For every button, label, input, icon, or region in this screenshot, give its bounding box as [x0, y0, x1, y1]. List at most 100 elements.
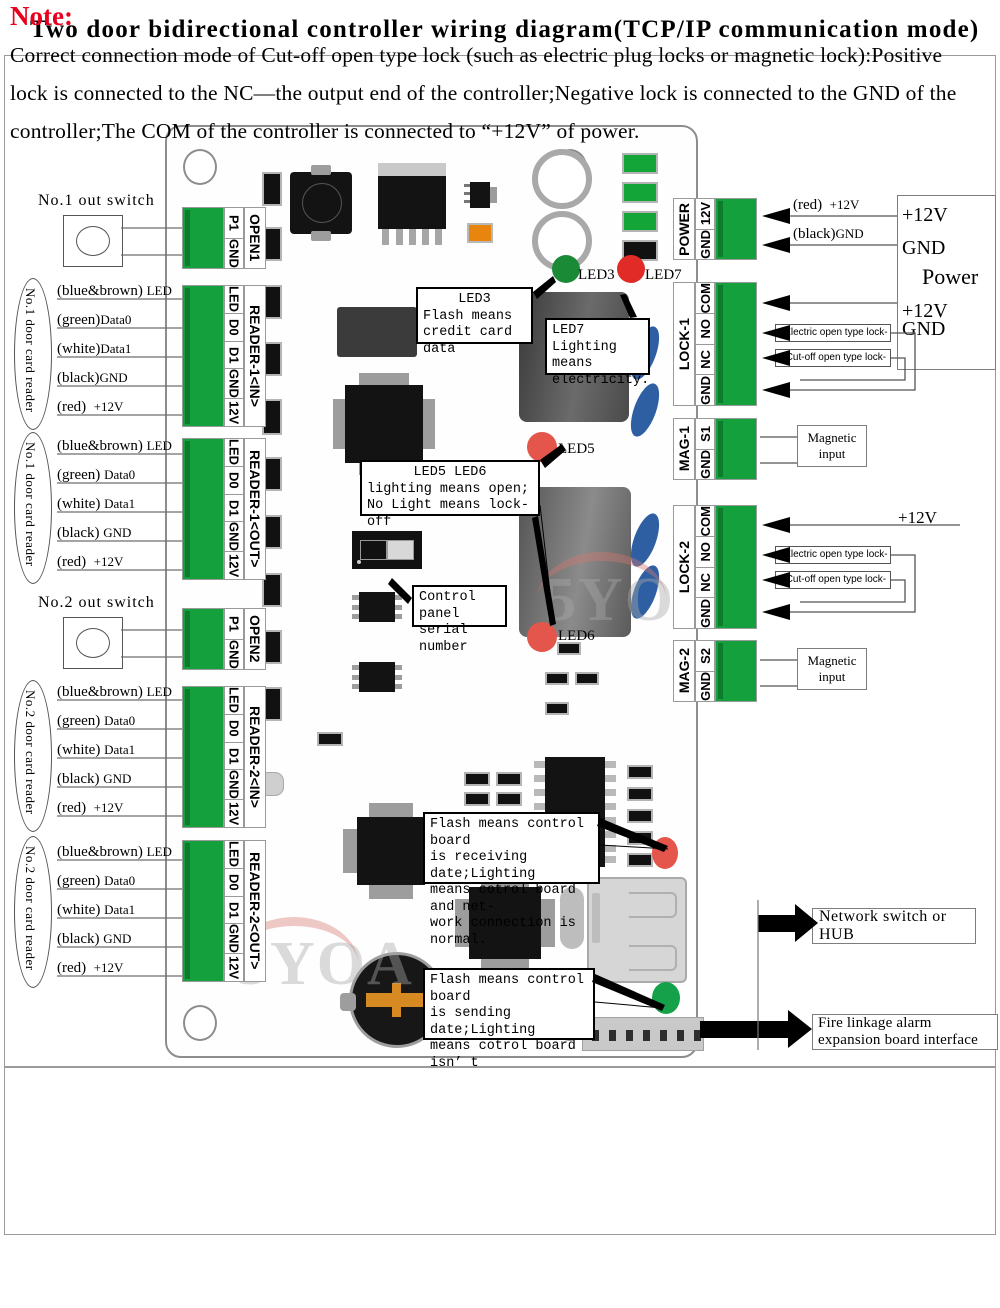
led7-indicator	[617, 255, 645, 283]
pin-label: LED	[225, 687, 243, 715]
terminal-name: READER-1<IN>	[244, 285, 266, 427]
mounting-hole	[183, 149, 217, 185]
terminal-reader2-out[interactable]: LED D0 D1 GND 12V READER-2<OUT>	[182, 840, 266, 982]
power-box-gnd-1: GND	[902, 237, 946, 259]
terminal-open1[interactable]: P1 GND OPEN1	[182, 207, 266, 269]
terminal-lock2[interactable]: LOCK-2 COM NO NC GND	[673, 505, 757, 629]
green-pad	[622, 182, 658, 203]
fire-linkage-box: Fire linkage alarm expansion board inter…	[812, 1014, 998, 1050]
magnetic-input-box-1: Magnetic input	[797, 425, 867, 467]
wire-label: (white) Data1	[57, 742, 136, 758]
pin-label: GND	[697, 449, 713, 479]
callout-serial-text: Control panel serial number	[419, 590, 476, 655]
terminal-reader1-in[interactable]: LED D0 D1 GND 12V READER-1<IN>	[182, 285, 266, 427]
led3-indicator	[552, 255, 580, 283]
terminal-green-block	[715, 505, 757, 629]
terminal-name: READER-2<OUT>	[244, 840, 266, 982]
pin-label: D1	[225, 495, 243, 523]
wire-label: (green) Data0	[57, 873, 136, 889]
terminal-mag2[interactable]: MAG-2 S2 GND	[673, 640, 757, 702]
electrolytic-capacitor	[532, 149, 592, 209]
pin-label: 12V	[696, 199, 714, 230]
terminal-green-block	[182, 608, 224, 670]
terminal-green-block	[182, 840, 224, 982]
terminal-name: MAG-2	[673, 640, 695, 702]
magnetic-input-box-2: Magnetic input	[797, 648, 867, 690]
pin-label: D0	[225, 869, 243, 897]
pin-label: GND	[697, 375, 713, 405]
terminal-pin-labels: LED D0 D1 GND 12V	[224, 686, 244, 828]
pin-label: S1	[696, 419, 714, 450]
pin-label: P1	[225, 208, 243, 239]
callout-network-send: Flash means control board is sending dat…	[423, 968, 595, 1087]
callout-serial: Control panel serial number	[412, 585, 507, 655]
pin-label: 12V	[226, 956, 242, 980]
electric-lock-label-1: + Electric open type lock -	[775, 324, 891, 342]
reader-group-2-out-label: No.2 door card reader	[23, 846, 38, 971]
terminal-reader1-out[interactable]: LED D0 D1 GND 12V READER-1<OUT>	[182, 438, 266, 580]
expansion-header	[582, 1017, 704, 1051]
green-pad	[622, 153, 658, 174]
power-red-wire-label: (red) +12V	[793, 197, 860, 213]
pin-label: COM	[696, 506, 714, 538]
tactile-switch	[290, 165, 352, 241]
terminal-power[interactable]: POWER 12V GND	[673, 198, 757, 260]
pin-label: GND	[697, 598, 713, 628]
cutoff-lock-label-1: + Cut-off open type lock -	[775, 349, 891, 367]
terminal-green-block	[182, 285, 224, 427]
smd-resistor	[262, 172, 282, 206]
pin-label: NC	[696, 568, 714, 599]
callout-led7-text: Lighting means electricity.	[552, 339, 650, 388]
wire-label: (red) +12V	[57, 800, 124, 816]
smd-part	[627, 787, 653, 801]
smd-part	[575, 672, 599, 685]
terminal-name: POWER	[673, 198, 695, 260]
terminal-open2[interactable]: P1 GND OPEN2	[182, 608, 266, 670]
terminal-name: MAG-1	[673, 418, 695, 480]
wire-label: (green) Data0	[57, 713, 136, 729]
terminal-pin-labels: COM NO NC GND	[695, 505, 715, 629]
callout-led56-text: lighting means open; No Light means lock…	[367, 481, 530, 530]
wire-label: (white) Data1	[57, 902, 136, 918]
pin-label: D0	[225, 467, 243, 495]
terminal-name: OPEN1	[244, 207, 266, 269]
pin-label: GND	[225, 369, 243, 400]
pin-label: 12V	[226, 401, 242, 425]
terminal-green-block	[182, 207, 224, 269]
wire-label: (black) GND	[57, 771, 132, 787]
callout-led3: LED3 Flash means credit card data	[416, 287, 533, 357]
out-switch-2-button[interactable]	[76, 628, 110, 658]
terminal-pin-labels: LED D0 D1 GND 12V	[224, 285, 244, 427]
wire-label: (black) GND	[57, 525, 132, 541]
wire-label: (green) Data0	[57, 467, 136, 483]
soic-chip	[352, 662, 402, 692]
power-box-12v-1: +12V	[902, 204, 948, 226]
terminal-mag1[interactable]: MAG-1 S1 GND	[673, 418, 757, 480]
cutoff-lock-label-2: + Cut-off open type lock -	[775, 571, 891, 589]
out-switch-1-button[interactable]	[76, 226, 110, 256]
terminal-reader2-in[interactable]: LED D0 D1 GND 12V READER-2<IN>	[182, 686, 266, 828]
smd-part	[464, 792, 490, 806]
callout-led56: LED5 LED6 lighting means open; No Light …	[360, 460, 540, 530]
note-text: Correct connection mode of Cut-off open …	[10, 43, 957, 143]
mounting-hole	[183, 1005, 217, 1041]
led5-label: LED5	[558, 441, 595, 457]
smd-part	[545, 672, 569, 685]
out-switch-2-label: No.2 out switch	[38, 594, 155, 611]
callout-network-receive-text: Flash means control board is receiving d…	[430, 817, 584, 948]
terminal-name: READER-2<IN>	[244, 686, 266, 828]
terminal-pin-labels: S1 GND	[695, 418, 715, 480]
network-switch-label: Network switch or HUB	[819, 908, 947, 943]
callout-led3-text: Flash means credit card data	[423, 308, 513, 357]
wire-label: (red) +12V	[57, 554, 124, 570]
terminal-name: LOCK-2	[673, 505, 695, 629]
led6-label: LED6	[558, 628, 595, 644]
wire-label: (blue&brown) LED	[57, 283, 172, 299]
small-ic	[464, 182, 497, 208]
callout-led7: LED7 Lighting means electricity.	[545, 318, 650, 388]
wire-label: (black)GND	[57, 370, 128, 386]
wire-label: (white)Data1	[57, 341, 132, 357]
terminal-lock1[interactable]: LOCK-1 COM NO NC GND	[673, 282, 757, 406]
voltage-regulator	[378, 163, 446, 245]
pin-label: GND	[226, 238, 242, 268]
